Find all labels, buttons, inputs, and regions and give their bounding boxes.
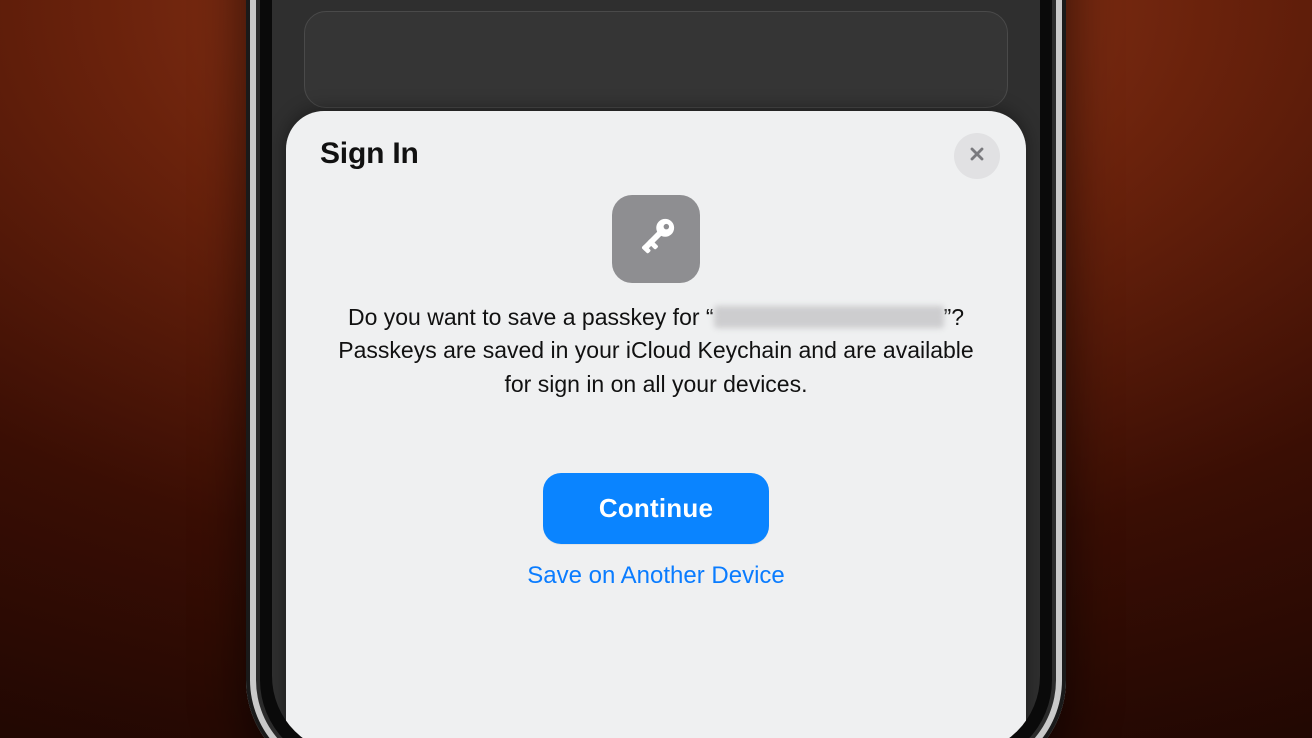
sheet-actions: Continue Save on Another Device [286, 473, 1026, 590]
key-icon [630, 211, 682, 268]
close-icon [967, 144, 987, 169]
close-button[interactable] [954, 133, 1000, 179]
sheet-header: Sign In [286, 111, 1026, 177]
key-app-icon [612, 195, 700, 283]
redacted-account-name [714, 306, 944, 328]
save-another-device-link[interactable]: Save on Another Device [527, 562, 785, 590]
passkey-sheet: Sign In [286, 111, 1026, 738]
sheet-description: Do you want to save a passkey for “”? Pa… [336, 301, 976, 401]
continue-button[interactable]: Continue [543, 473, 769, 544]
background-content-card [304, 11, 1008, 108]
sheet-title: Sign In [320, 137, 992, 171]
stage: Sign In [0, 0, 1312, 738]
phone-frame: Sign In [246, 0, 1066, 738]
phone-screen: Sign In [272, 0, 1040, 738]
body-text-pre: Do you want to save a passkey for “ [348, 304, 714, 330]
